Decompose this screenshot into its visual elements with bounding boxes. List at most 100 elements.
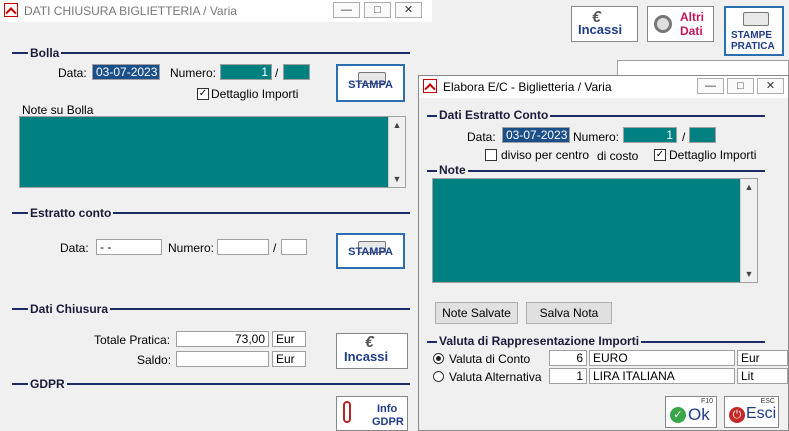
app-icon	[4, 3, 18, 17]
dialog-titlebar: Elabora E/C - Biglietteria / Varia — □ ✕	[419, 76, 788, 98]
close-button[interactable]: ✕	[395, 2, 422, 18]
bolla-numero-label: Numero:	[170, 66, 217, 80]
estratto-data-input[interactable]: - -	[96, 239, 162, 255]
diviso-label: diviso per centro	[501, 148, 590, 162]
valuta-conto-code: 6	[549, 350, 587, 366]
dlg-data-label: Data:	[467, 130, 496, 144]
scroll-down-icon[interactable]: ▼	[389, 171, 405, 187]
dlg-slash: /	[682, 130, 686, 144]
ok-label: Ok	[688, 405, 710, 424]
valuta-alternativa-code: 1	[549, 368, 587, 384]
minimize-button[interactable]: —	[333, 2, 360, 18]
bolla-dettaglio-label: Dettaglio Importi	[211, 87, 299, 101]
altri-dati-button[interactable]: Altri Dati	[647, 6, 714, 42]
dlg-numero-suffix-input[interactable]	[689, 127, 716, 143]
incassi-toolbar-label: Incassi	[578, 22, 623, 37]
valuta-conto-name: EURO	[589, 350, 735, 366]
dlg-numero-input[interactable]: 1	[623, 127, 677, 143]
dlg-valuta-section-title: Valuta di Rappresentazione Importi	[437, 334, 642, 348]
di-costo-label: di costo	[597, 149, 639, 163]
bolla-dettaglio-checkbox[interactable]: ✓	[197, 88, 209, 100]
estratto-slash: /	[273, 241, 277, 255]
bolla-numero-input[interactable]: 1	[220, 64, 272, 80]
incassi-button[interactable]: € Incassi	[336, 333, 408, 369]
background-field	[617, 60, 789, 76]
saldo-currency-field: Eur	[272, 351, 306, 367]
ok-shortcut: F10	[700, 398, 713, 405]
estratto-numero-label: Numero:	[168, 241, 215, 255]
note-salvate-button[interactable]: Note Salvate	[435, 302, 518, 324]
bolla-line	[12, 52, 410, 54]
stampe-label: STAMPE	[731, 30, 772, 41]
dialog-minimize-button[interactable]: —	[697, 78, 724, 94]
pratica-label: PRATICA	[731, 41, 775, 52]
incassi-label: Incassi	[344, 349, 389, 364]
dialog-title: Elabora E/C - Biglietteria / Varia	[443, 80, 612, 94]
esci-label: Esci	[746, 405, 777, 422]
main-titlebar: DATI CHIUSURA BIGLIETTERIA / Varia — □ ✕	[0, 0, 432, 22]
stampe-pratica-button[interactable]: STAMPE PRATICA	[724, 6, 784, 56]
chiusura-section-title: Dati Chiusura	[28, 302, 111, 316]
valuta-conto-abbr: Eur	[737, 350, 788, 366]
app-icon	[423, 79, 437, 93]
dlg-note-textarea[interactable]: ▲ ▼	[432, 178, 758, 283]
bolla-slash: /	[275, 66, 279, 80]
bolla-stampa-button[interactable]: STAMPA	[336, 64, 405, 102]
dialog-close-button[interactable]: ✕	[757, 78, 784, 94]
power-icon: ⏻	[729, 407, 745, 423]
estratto-numero-suffix-input[interactable]	[281, 239, 307, 255]
totale-currency-field: Eur	[272, 331, 306, 347]
bolla-stampa-label: STAMPA	[348, 79, 393, 91]
info-label: Info	[377, 403, 398, 415]
dlg-estratto-section-title: Dati Estratto Conto	[437, 108, 551, 122]
scroll-up-icon[interactable]: ▲	[741, 179, 757, 195]
diviso-checkbox[interactable]	[485, 149, 497, 161]
printer-icon	[743, 12, 769, 26]
valuta-alternativa-radio[interactable]	[433, 371, 444, 382]
note-bolla-textarea[interactable]: ▲ ▼	[19, 116, 406, 188]
bolla-numero-suffix-input[interactable]	[283, 64, 310, 80]
valuta-alternativa-label: Valuta Alternativa	[449, 370, 542, 384]
scroll-down-icon[interactable]: ▼	[741, 266, 757, 282]
saldo-input[interactable]	[176, 351, 269, 367]
bolla-data-input[interactable]: 03-07-2023	[92, 64, 160, 80]
elabora-dialog: Elabora E/C - Biglietteria / Varia — □ ✕…	[418, 75, 789, 431]
bolla-section-title: Bolla	[28, 46, 62, 60]
dlg-dettaglio-checkbox[interactable]: ✓	[654, 149, 666, 161]
estratto-stampa-label: STAMPA	[348, 246, 393, 258]
estratto-data-label: Data:	[60, 241, 89, 255]
dlg-data-input[interactable]: 03-07-2023	[502, 127, 570, 143]
note-bolla-scrollbar[interactable]: ▲ ▼	[388, 117, 405, 187]
estratto-stampa-button[interactable]: STAMPA	[336, 233, 405, 269]
salva-nota-button[interactable]: Salva Nota	[526, 302, 612, 324]
dlg-numero-label: Numero:	[573, 130, 620, 144]
esci-button[interactable]: ⏻ ESC Esci	[724, 396, 779, 428]
saldo-label: Saldo:	[137, 353, 172, 367]
main-window-title: DATI CHIUSURA BIGLIETTERIA / Varia	[24, 4, 237, 18]
dlg-note-line	[427, 170, 765, 172]
ok-button[interactable]: ✓ F10 Ok	[665, 396, 717, 428]
bolla-data-label: Data:	[58, 66, 87, 80]
paperclip-icon	[343, 401, 351, 423]
totale-pratica-input[interactable]: 73,00	[176, 331, 269, 347]
esci-shortcut: ESC	[760, 398, 775, 405]
check-circle-icon: ✓	[670, 407, 686, 423]
incassi-toolbar-button[interactable]: € Incassi	[571, 6, 638, 42]
maximize-button[interactable]: □	[364, 2, 391, 18]
valuta-conto-radio[interactable]	[433, 353, 444, 364]
valuta-alternativa-abbr: Lit	[737, 368, 788, 384]
dlg-note-scrollbar[interactable]: ▲ ▼	[740, 179, 757, 282]
valuta-alternativa-name: LIRA ITALIANA	[589, 368, 735, 384]
scroll-up-icon[interactable]: ▲	[389, 117, 405, 133]
dlg-note-section-title: Note	[437, 163, 468, 177]
dialog-maximize-button[interactable]: □	[727, 78, 754, 94]
estratto-numero-input[interactable]	[217, 239, 269, 255]
gdpr-label: GDPR	[372, 416, 404, 428]
main-window: DATI CHIUSURA BIGLIETTERIA / Varia — □ ✕…	[0, 0, 432, 431]
dlg-dettaglio-label: Dettaglio Importi	[669, 148, 757, 162]
valuta-conto-label: Valuta di Conto	[449, 352, 531, 366]
gdpr-line	[12, 383, 410, 385]
altri-label: Altri	[680, 10, 704, 24]
totale-pratica-label: Totale Pratica:	[94, 333, 171, 347]
info-gdpr-button[interactable]: Info GDPR	[336, 396, 408, 431]
